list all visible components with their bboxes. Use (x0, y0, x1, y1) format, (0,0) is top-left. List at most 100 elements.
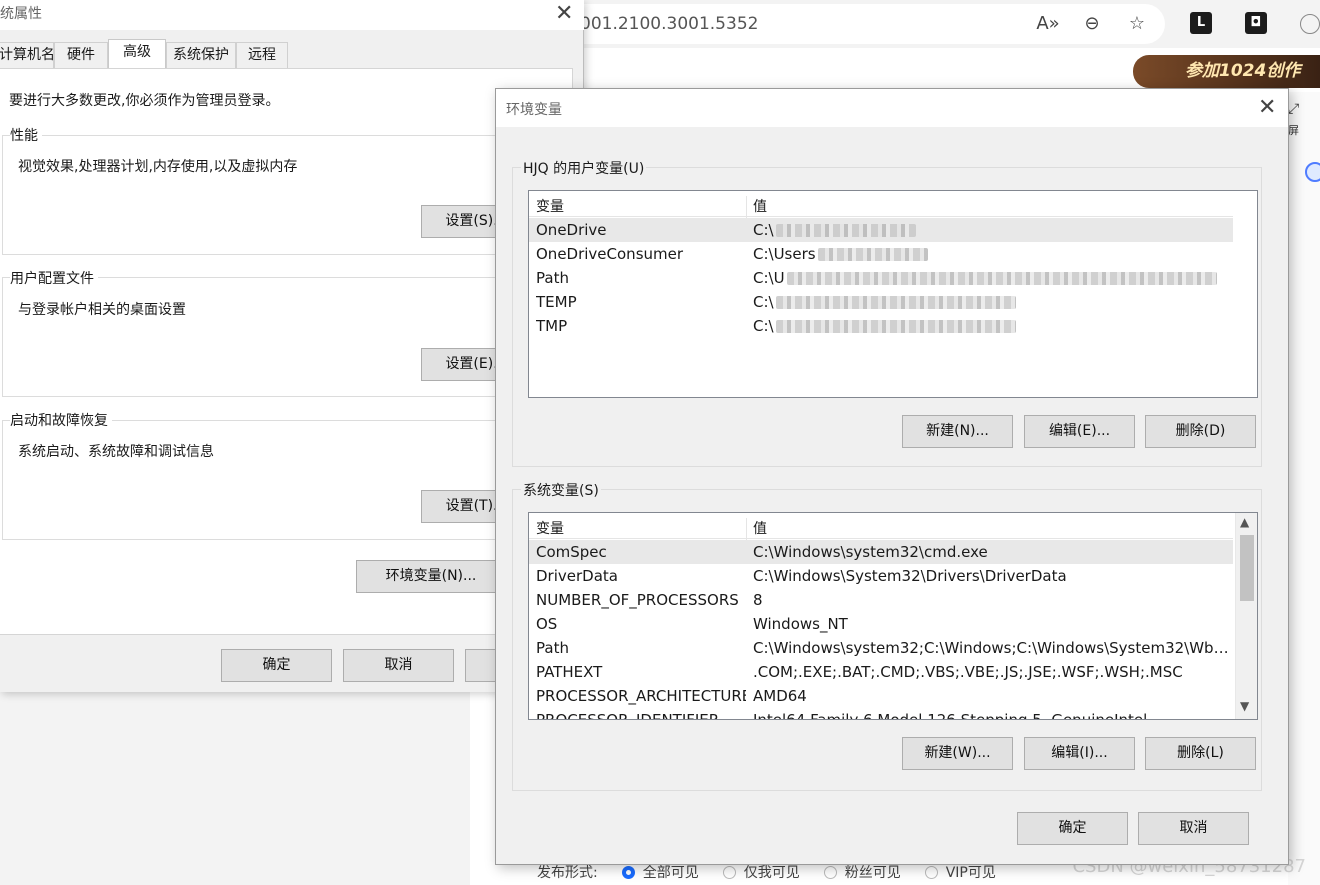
table-row[interactable]: DriverData C:\Windows\System32\Drivers\D… (529, 564, 1233, 588)
radio-self-visible[interactable] (722, 865, 736, 879)
cancel-button[interactable]: 取消 (1138, 812, 1249, 845)
user-variables-list[interactable]: 变量 值 OneDrive C:\ OneDriveConsumer C:\Us… (528, 190, 1258, 398)
tab-advanced[interactable]: 高级 (108, 39, 166, 69)
table-row[interactable]: OneDrive C:\ (529, 218, 1233, 242)
zoom-out-icon[interactable]: ⊖ (1080, 12, 1104, 36)
address-text: 001.2100.3001.5352 (580, 14, 759, 34)
table-row[interactable]: PROCESSOR_ARCHITECTURE AMD64 (529, 684, 1233, 708)
table-row[interactable]: OneDriveConsumer C:\Users (529, 242, 1233, 266)
column-header-value[interactable]: 值 (753, 196, 767, 216)
option-label: 粉丝可见 (844, 865, 901, 881)
tab-hardware[interactable]: 硬件 (54, 42, 108, 68)
variable-value: C:\U (753, 269, 785, 287)
environment-variables-button[interactable]: 环境变量(N)... (356, 560, 506, 593)
environment-variables-dialog: 环境变量 ✕ HJQ 的用户变量(U) 变量 值 OneDrive C:\ On… (495, 88, 1289, 865)
tab-remote[interactable]: 远程 (236, 42, 288, 68)
list-header: 变量 值 (529, 191, 1233, 222)
variable-name: Path (536, 269, 569, 287)
variable-name: PATHEXT (536, 663, 603, 681)
option-label: 全部可见 (642, 865, 699, 881)
variable-name: DriverData (536, 567, 618, 585)
redacted-value (817, 248, 928, 261)
close-icon[interactable]: ✕ (1258, 97, 1276, 119)
variable-name: TEMP (536, 293, 577, 311)
system-variables-list[interactable]: 变量 值 ComSpec C:\Windows\system32\cmd.exe… (528, 512, 1258, 720)
dialog-title: 统属性 (0, 6, 42, 22)
table-row[interactable]: Path C:\Windows\system32;C:\Windows;C:\W… (529, 636, 1233, 660)
cancel-button[interactable]: 取消 (343, 649, 454, 682)
user-profiles-label: 用户配置文件 (10, 268, 98, 288)
variable-value: .COM;.EXE;.BAT;.CMD;.VBS;.VBE;.JS;.JSE;.… (753, 663, 1183, 681)
system-variables-label: 系统变量(S) (521, 480, 601, 500)
table-row[interactable]: TEMP C:\ (529, 290, 1233, 314)
table-row[interactable]: PROCESSOR_IDENTIFIER Intel64 Family 6 Mo… (529, 708, 1233, 720)
variable-value: C:\Windows\system32;C:\Windows;C:\Window… (753, 639, 1229, 657)
fullscreen-label: 屏 (1288, 124, 1299, 137)
performance-label: 性能 (10, 125, 42, 145)
scroll-up-icon[interactable]: ▲ (1240, 515, 1249, 529)
table-row[interactable]: TMP C:\ (529, 314, 1233, 338)
radio-vip-visible[interactable] (924, 865, 938, 879)
option-label: 仅我可见 (743, 865, 800, 881)
close-icon[interactable]: ✕ (555, 3, 573, 25)
variable-name: PROCESSOR_IDENTIFIER (536, 711, 720, 720)
column-header-value[interactable]: 值 (753, 518, 767, 538)
variable-name: OneDriveConsumer (536, 245, 684, 263)
variable-name: Path (536, 639, 569, 657)
dialog-title: 环境变量 (506, 102, 562, 118)
title-bar[interactable]: 统属性 ✕ (0, 0, 584, 30)
title-bar[interactable]: 环境变量 ✕ (496, 89, 1288, 127)
ok-button[interactable]: 确定 (1017, 812, 1128, 845)
user-edit-button[interactable]: 编辑(E)... (1024, 415, 1135, 448)
address-bar[interactable]: 001.2100.3001.5352 A» ⊖ ☆ (560, 4, 1165, 44)
variable-value: C:\ (753, 317, 774, 335)
scroll-thumb[interactable] (1240, 535, 1254, 601)
variable-value: Windows_NT (753, 615, 848, 633)
column-header-variable[interactable]: 变量 (536, 196, 564, 216)
variable-name: OneDrive (536, 221, 607, 239)
table-row[interactable]: Path C:\U (529, 266, 1233, 290)
favorite-star-icon[interactable]: ☆ (1125, 12, 1149, 36)
variable-value: C:\ (753, 221, 774, 239)
radio-fans-visible[interactable] (823, 865, 837, 879)
scroll-down-icon[interactable]: ▼ (1240, 699, 1249, 713)
publish-label: 发布形式: (537, 865, 598, 881)
side-avatar-icon[interactable] (1305, 162, 1320, 182)
ok-button[interactable]: 确定 (221, 649, 332, 682)
tab-system-protection[interactable]: 系统保护 (166, 42, 236, 68)
side-toolbar (1288, 92, 1320, 885)
radio-all-visible[interactable] (621, 865, 635, 879)
user-profiles-desc: 与登录帐户相关的桌面设置 (18, 302, 186, 318)
startup-recovery-label: 启动和故障恢复 (10, 410, 112, 430)
variable-name: ComSpec (536, 543, 607, 561)
read-aloud-icon[interactable]: A» (1036, 12, 1060, 36)
tab-computer-name[interactable]: 计算机名 (0, 42, 55, 68)
variable-value: AMD64 (753, 687, 807, 705)
variable-name: PROCESSOR_ARCHITECTURE (536, 687, 746, 705)
redacted-value (775, 320, 1016, 333)
publish-visibility-row: 发布形式: 全部可见 仅我可见 粉丝可见 VIP可见 (537, 862, 996, 882)
user-variables-label: HJQ 的用户变量(U) (521, 158, 647, 178)
redacted-value (775, 296, 1016, 309)
vertical-scrollbar[interactable]: ▲ ▼ (1235, 513, 1257, 719)
table-row[interactable]: OS Windows_NT (529, 612, 1233, 636)
table-row[interactable]: NUMBER_OF_PROCESSORS 8 (529, 588, 1233, 612)
system-edit-button[interactable]: 编辑(I)... (1024, 737, 1135, 770)
profile-circle-icon[interactable] (1300, 14, 1320, 34)
user-delete-button[interactable]: 删除(D) (1145, 415, 1256, 448)
variable-value: C:\ (753, 293, 774, 311)
fullscreen-icon[interactable]: ⤢ (1288, 101, 1299, 117)
extension-icon-2[interactable]: ◘ (1245, 12, 1267, 34)
variable-value: C:\Windows\System32\Drivers\DriverData (753, 567, 1067, 585)
table-row[interactable]: PATHEXT .COM;.EXE;.BAT;.CMD;.VBS;.VBE;.J… (529, 660, 1233, 684)
system-new-button[interactable]: 新建(W)... (902, 737, 1013, 770)
performance-desc: 视觉效果,处理器计划,内存使用,以及虚拟内存 (18, 159, 298, 175)
promo-banner[interactable]: 参加1024创作 (1133, 55, 1320, 88)
extension-icon[interactable]: L (1190, 12, 1212, 34)
column-header-variable[interactable]: 变量 (536, 518, 564, 538)
table-row[interactable]: ComSpec C:\Windows\system32\cmd.exe (529, 540, 1233, 564)
redacted-value (786, 272, 1217, 285)
startup-recovery-desc: 系统启动、系统故障和调试信息 (18, 444, 214, 460)
user-new-button[interactable]: 新建(N)... (902, 415, 1013, 448)
system-delete-button[interactable]: 删除(L) (1145, 737, 1256, 770)
